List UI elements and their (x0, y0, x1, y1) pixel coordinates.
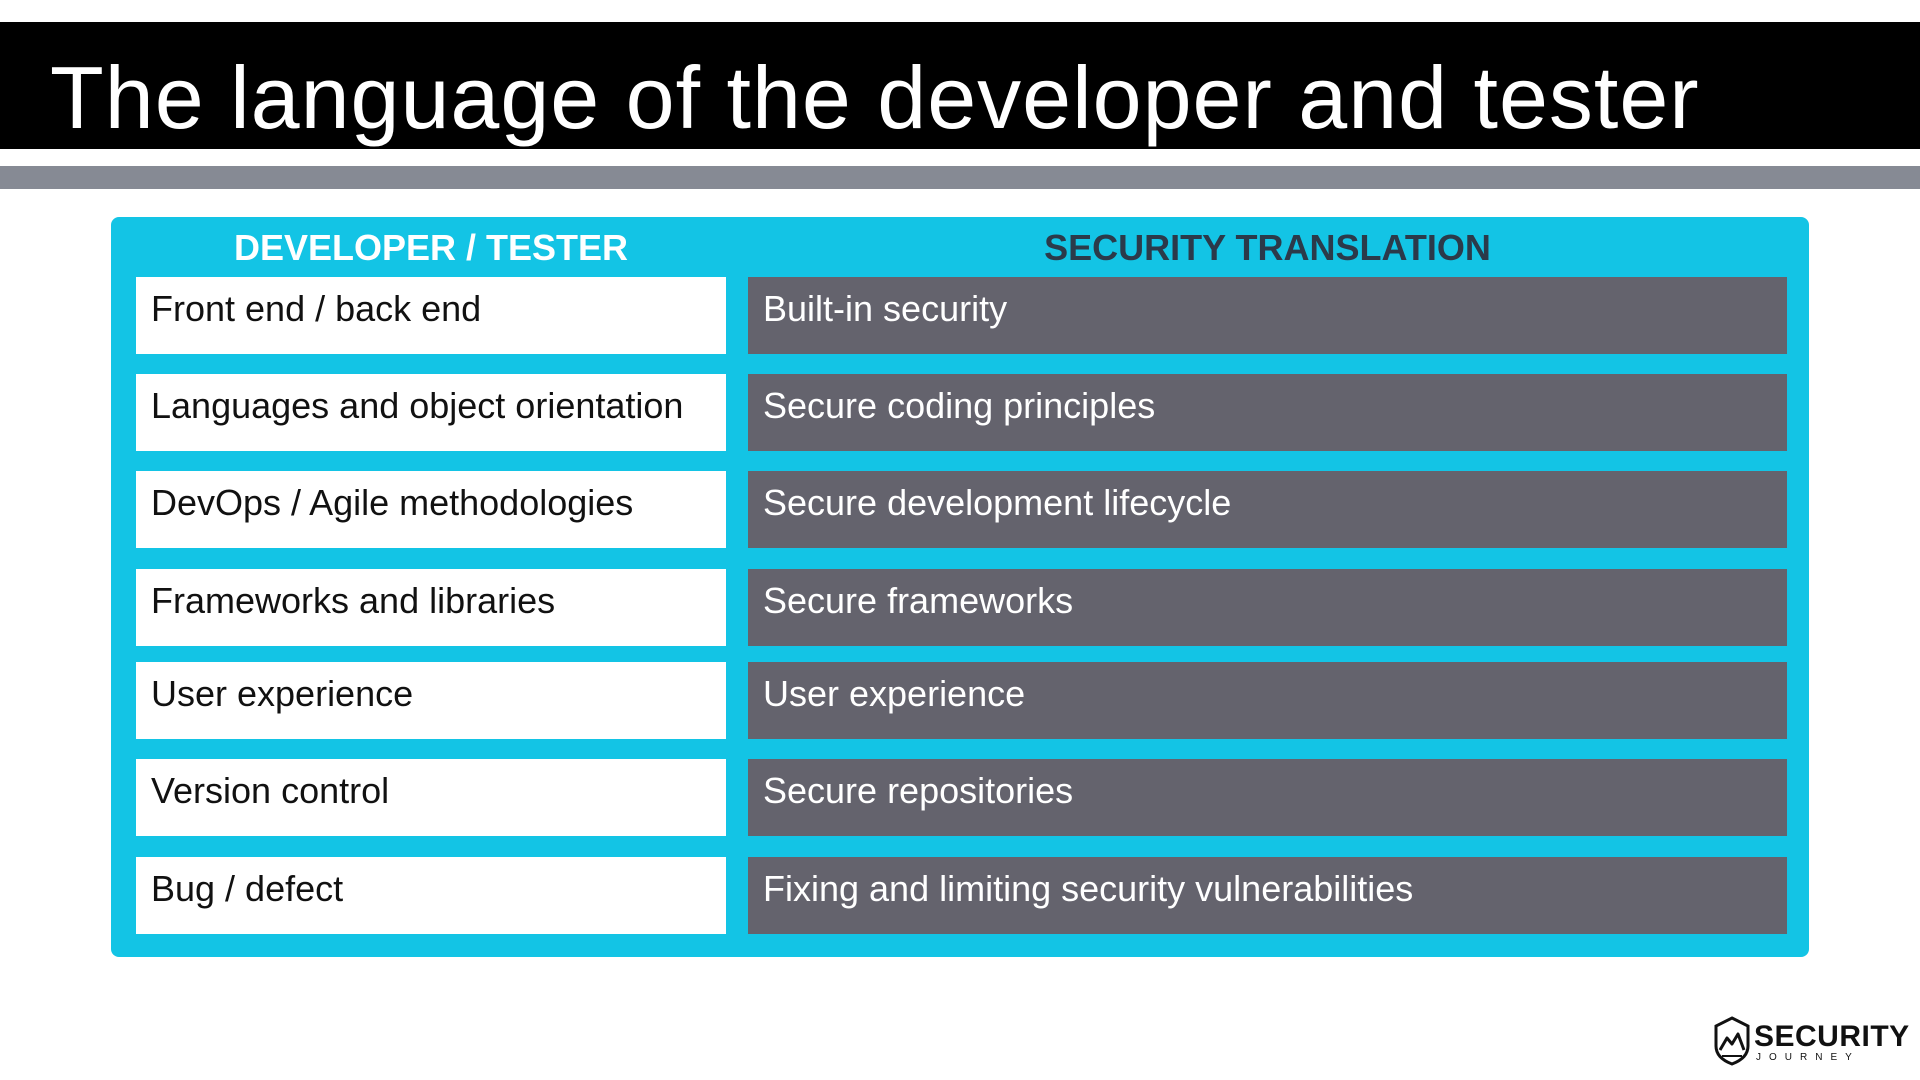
title-bar: The language of the developer and tester (0, 22, 1920, 149)
slide-title: The language of the developer and tester (50, 48, 1700, 147)
security-cell: Secure coding principles (748, 374, 1787, 451)
slide: The language of the developer and tester… (0, 0, 1920, 1080)
mountain-shield-icon (1714, 1016, 1750, 1066)
developer-cell: Version control (136, 759, 726, 836)
security-cell: Fixing and limiting security vulnerabili… (748, 857, 1787, 934)
developer-cell: User experience (136, 662, 726, 739)
title-underline-bar (0, 166, 1920, 189)
security-cell: Secure frameworks (748, 569, 1787, 646)
developer-cell: Languages and object orientation (136, 374, 726, 451)
security-cell: User experience (748, 662, 1787, 739)
security-cell: Built-in security (748, 277, 1787, 354)
security-column-header: SECURITY TRANSLATION (1044, 227, 1491, 268)
logo-wordmark: SECURITY (1754, 1020, 1910, 1053)
logo-subtitle: JOURNEY (1756, 1052, 1860, 1063)
developer-cell: Frameworks and libraries (136, 569, 726, 646)
security-journey-logo: SECURITY JOURNEY (1714, 1016, 1910, 1066)
developer-cell: Bug / defect (136, 857, 726, 934)
security-cell: Secure repositories (748, 759, 1787, 836)
developer-cell: Front end / back end (136, 277, 726, 354)
developer-column-header: DEVELOPER / TESTER (233, 227, 629, 268)
security-cell: Secure development lifecycle (748, 471, 1787, 548)
developer-cell: DevOps / Agile methodologies (136, 471, 726, 548)
